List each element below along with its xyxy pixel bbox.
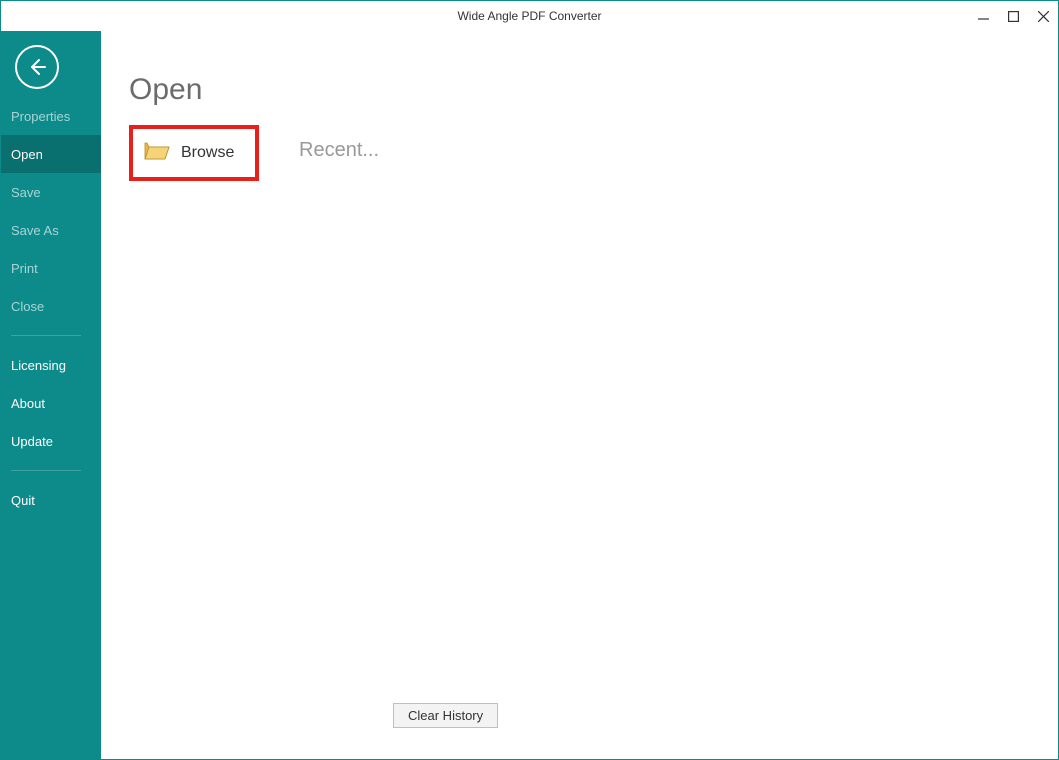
browse-label: Browse bbox=[181, 144, 234, 162]
sidebar-item-print[interactable]: Print bbox=[1, 249, 101, 287]
back-button[interactable] bbox=[15, 45, 59, 89]
sidebar-item-label: Print bbox=[11, 261, 38, 276]
content-row: Browse Recent... bbox=[129, 125, 1030, 181]
sidebar-item-update[interactable]: Update bbox=[1, 422, 101, 460]
maximize-icon bbox=[1008, 11, 1019, 22]
sidebar-item-save-as[interactable]: Save As bbox=[1, 211, 101, 249]
sidebar-item-close[interactable]: Close bbox=[1, 287, 101, 325]
clear-history-button[interactable]: Clear History bbox=[393, 703, 498, 728]
browse-button[interactable]: Browse bbox=[129, 125, 259, 181]
titlebar: Wide Angle PDF Converter bbox=[1, 1, 1058, 31]
sidebar-item-label: Properties bbox=[11, 109, 70, 124]
sidebar-item-label: Quit bbox=[11, 493, 35, 508]
folder-open-icon bbox=[143, 139, 171, 168]
window-title: Wide Angle PDF Converter bbox=[457, 9, 601, 23]
sidebar-divider bbox=[11, 470, 81, 471]
window-controls bbox=[968, 1, 1058, 31]
minimize-button[interactable] bbox=[968, 1, 998, 31]
arrow-left-icon bbox=[27, 57, 47, 77]
sidebar-item-open[interactable]: Open bbox=[1, 135, 101, 173]
minimize-icon bbox=[978, 11, 989, 22]
sidebar-item-label: Save bbox=[11, 185, 41, 200]
sidebar-item-label: Save As bbox=[11, 223, 59, 238]
sidebar-item-label: About bbox=[11, 396, 45, 411]
sidebar-divider bbox=[11, 335, 81, 336]
container: Properties Open Save Save As Print Close… bbox=[1, 31, 1058, 759]
sidebar-item-quit[interactable]: Quit bbox=[1, 481, 101, 519]
close-button[interactable] bbox=[1028, 1, 1058, 31]
sidebar-item-label: Close bbox=[11, 299, 44, 314]
sidebar: Properties Open Save Save As Print Close… bbox=[1, 31, 101, 759]
maximize-button[interactable] bbox=[998, 1, 1028, 31]
sidebar-item-label: Update bbox=[11, 434, 53, 449]
close-icon bbox=[1038, 11, 1049, 22]
sidebar-item-properties[interactable]: Properties bbox=[1, 97, 101, 135]
sidebar-item-label: Open bbox=[11, 147, 43, 162]
page-title: Open bbox=[129, 73, 1030, 107]
sidebar-item-about[interactable]: About bbox=[1, 384, 101, 422]
main-content: Open Browse Recent... Clear History bbox=[101, 31, 1058, 759]
sidebar-item-label: Licensing bbox=[11, 358, 66, 373]
sidebar-item-save[interactable]: Save bbox=[1, 173, 101, 211]
recent-label: Recent... bbox=[299, 139, 379, 162]
sidebar-item-licensing[interactable]: Licensing bbox=[1, 346, 101, 384]
